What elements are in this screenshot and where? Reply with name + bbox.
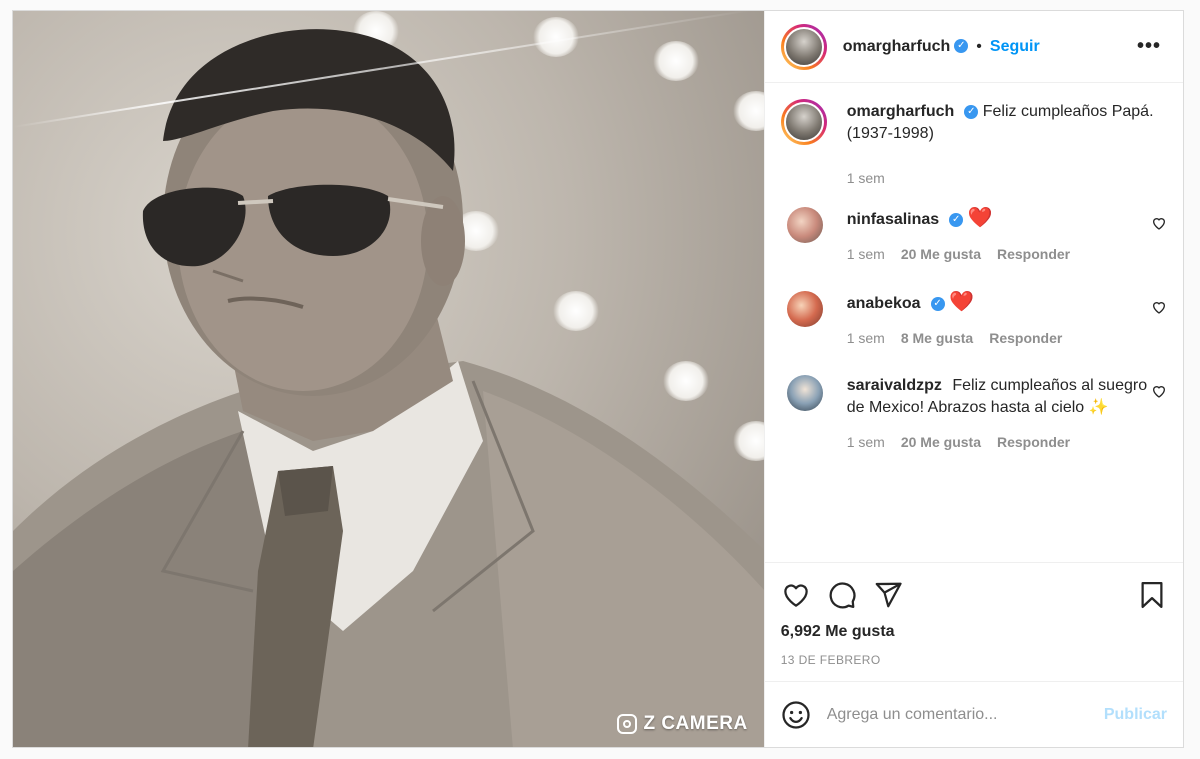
comment-like-heart-icon[interactable] (1151, 215, 1167, 231)
author-username[interactable]: omargharfuch ✓ (843, 38, 969, 56)
comment-likes[interactable]: 8 Me gusta (901, 327, 973, 349)
reply-button[interactable]: Responder (989, 327, 1062, 349)
emoji-smiley-icon[interactable] (781, 700, 811, 730)
comments-fade (764, 542, 1183, 562)
caption-time[interactable]: 1 sem (847, 167, 885, 189)
reply-button[interactable]: Responder (997, 431, 1070, 453)
save-bookmark-icon[interactable] (1137, 580, 1167, 610)
like-heart-icon[interactable] (781, 580, 811, 610)
verified-badge-icon: ✓ (930, 296, 945, 311)
comment-bubble-icon[interactable] (827, 580, 857, 610)
author-avatar-ring[interactable] (780, 23, 827, 70)
instagram-post-modal: Z CAMERA omargharfuch ✓ • Seguir ••• omar… (12, 10, 1184, 748)
comment-row: saraivaldzpz Feliz cumpleaños al suegro … (781, 375, 1167, 453)
comment-username[interactable]: anabekoa (847, 295, 921, 312)
post-header: omargharfuch ✓ • Seguir ••• (764, 11, 1183, 83)
caption-row: omargharfuch ✓ Feliz cumpleaños Papá. (19… (780, 99, 1167, 189)
reply-button[interactable]: Responder (997, 243, 1070, 265)
comment-like-heart-icon[interactable] (1151, 383, 1167, 399)
comment-text: ❤️ (948, 291, 974, 313)
caption-avatar-ring[interactable] (780, 99, 827, 145)
comment-like-heart-icon[interactable] (1151, 299, 1167, 315)
comments-list[interactable]: omargharfuch ✓ Feliz cumpleaños Papá. (19… (764, 83, 1183, 562)
follow-button[interactable]: Seguir (990, 38, 1040, 56)
comment-likes[interactable]: 20 Me gusta (901, 431, 981, 453)
post-photo[interactable]: Z CAMERA (13, 11, 764, 747)
comment-username[interactable]: ninfasalinas (847, 211, 939, 228)
action-icons (781, 575, 1167, 615)
post-actions: 6,992 Me gusta 13 DE FEBRERO (764, 562, 1183, 681)
commenter-avatar[interactable] (786, 291, 823, 327)
comment-time[interactable]: 1 sem (847, 243, 885, 265)
comment-username[interactable]: saraivaldzpz (847, 377, 942, 394)
comment-composer: Publicar (764, 681, 1183, 747)
caption-avatar[interactable] (783, 102, 824, 142)
comment-row: ninfasalinas ✓ ❤️ 1 sem 20 Me gusta Respo… (781, 207, 1167, 265)
separator-dot: • (976, 37, 982, 55)
more-options-icon[interactable]: ••• (1131, 35, 1167, 58)
header-names: omargharfuch ✓ • Seguir (843, 38, 1131, 56)
likes-count[interactable]: 6,992 Me gusta (781, 623, 1167, 641)
z-camera-watermark: Z CAMERA (617, 713, 747, 735)
verified-badge-icon: ✓ (949, 212, 964, 227)
instagram-camera-icon (617, 714, 638, 734)
verified-badge-icon: ✓ (954, 39, 969, 54)
comment-time[interactable]: 1 sem (847, 327, 885, 349)
caption-username[interactable]: omargharfuch (847, 103, 955, 120)
verified-badge-icon: ✓ (964, 104, 979, 119)
comment-likes[interactable]: 20 Me gusta (901, 243, 981, 265)
post-sidebar: omargharfuch ✓ • Seguir ••• omargharfuch ✓… (763, 11, 1183, 747)
watermark-text: Z CAMERA (643, 713, 748, 734)
comment-input[interactable] (826, 705, 1088, 724)
portrait-figure (13, 29, 764, 747)
publish-button[interactable]: Publicar (1104, 706, 1167, 724)
comment-time[interactable]: 1 sem (847, 431, 885, 453)
commenter-avatar[interactable] (786, 375, 823, 411)
commenter-avatar[interactable] (786, 207, 823, 243)
comment-row: anabekoa ✓ ❤️ 1 sem 8 Me gusta Responder (781, 291, 1167, 349)
author-avatar[interactable] (783, 26, 824, 67)
post-date[interactable]: 13 DE FEBRERO (781, 653, 1167, 667)
share-paper-plane-icon[interactable] (873, 580, 903, 610)
comment-text: ❤️ (967, 207, 993, 229)
